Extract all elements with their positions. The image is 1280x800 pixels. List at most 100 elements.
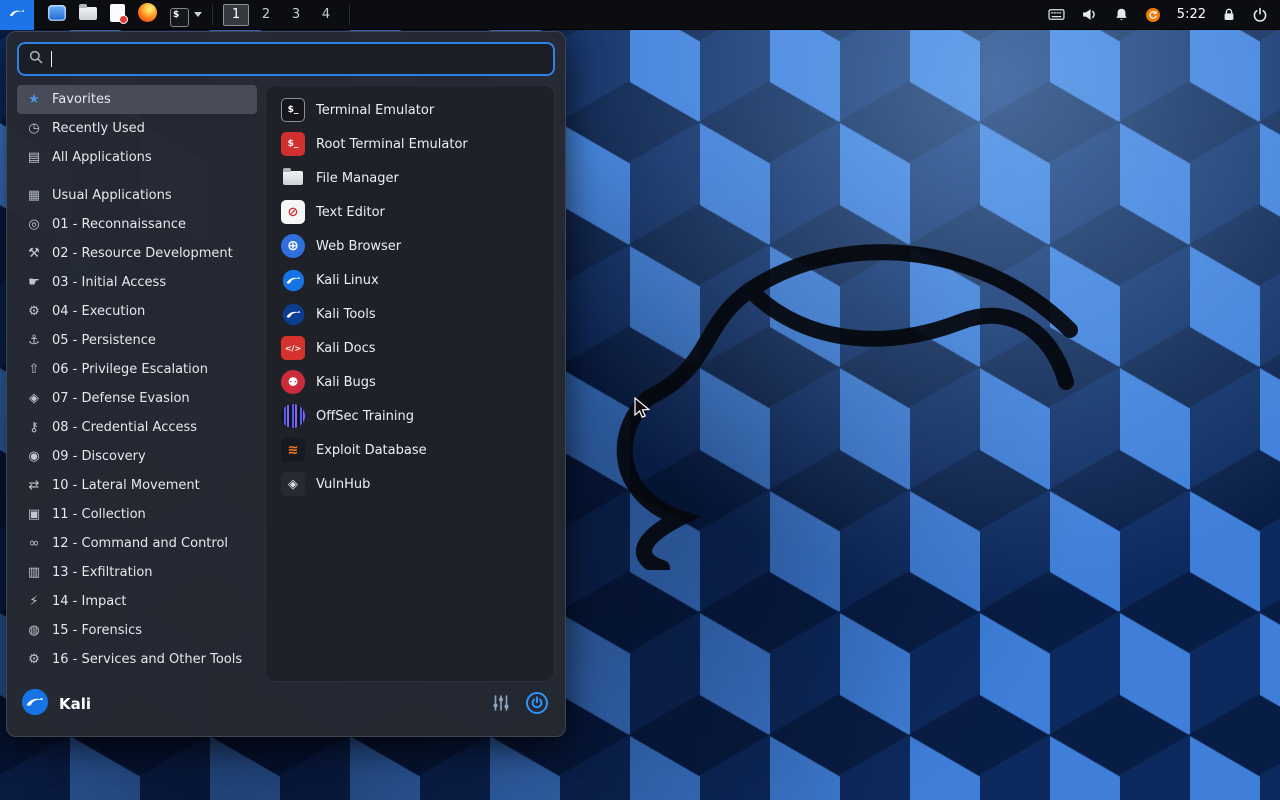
category-item[interactable]: ▦ Usual Applications xyxy=(17,181,257,210)
tray-session-icons xyxy=(1222,7,1268,23)
lock-icon[interactable] xyxy=(1222,7,1236,22)
text-editor-launcher[interactable] xyxy=(110,3,128,26)
defense-evasion-icon: ◈ xyxy=(29,391,39,406)
category-item[interactable]: ⇄ 10 - Lateral Movement xyxy=(17,471,257,500)
impact-icon: ⚡ xyxy=(29,594,39,609)
services-and-other-tools-icon: ⚙ xyxy=(28,652,40,667)
category-item[interactable]: ▥ 13 - Exfiltration xyxy=(17,558,257,587)
app-label: File Manager xyxy=(316,170,399,186)
app-item[interactable]: OffSec Training xyxy=(272,399,548,433)
updates-icon[interactable] xyxy=(1145,7,1161,23)
volume-icon[interactable] xyxy=(1081,7,1098,22)
app-item[interactable]: Kali Linux xyxy=(272,263,548,297)
category-item[interactable]: ◎ 01 - Reconnaissance xyxy=(17,210,257,239)
window-launcher[interactable] xyxy=(48,4,66,25)
category-item[interactable]: ∞ 12 - Command and Control xyxy=(17,529,257,558)
category-item[interactable]: ◈ 07 - Defense Evasion xyxy=(17,384,257,413)
applications-menu: ★ Favorites ◷ Recently Used ▤ All Application… xyxy=(6,31,566,737)
recently-used-icon: ◷ xyxy=(28,121,40,136)
chevron-down-icon[interactable] xyxy=(194,12,202,17)
category-item[interactable]: ⚙ 16 - Services and Other Tools xyxy=(17,645,257,674)
category-label: 02 - Resource Development xyxy=(52,246,233,261)
web-browser-launcher[interactable] xyxy=(138,3,157,26)
category-label: All Applications xyxy=(52,150,152,165)
category-item[interactable]: ◍ 15 - Forensics xyxy=(17,616,257,645)
category-label: 10 - Lateral Movement xyxy=(52,478,200,493)
app-item[interactable]: $_ Terminal Emulator xyxy=(272,93,548,127)
app-item[interactable]: </> Kali Docs xyxy=(272,331,548,365)
category-label: 07 - Defense Evasion xyxy=(52,391,190,406)
text-editor-icon xyxy=(110,3,128,26)
workspace-switcher: 1234 xyxy=(223,3,339,26)
app-item[interactable]: File Manager xyxy=(272,161,548,195)
session-menu-icon[interactable] xyxy=(1252,7,1268,23)
all-applications-icon: ▤ xyxy=(27,150,41,165)
text-editor-icon: ⊘ xyxy=(281,200,305,224)
app-item[interactable]: ⊕ Web Browser xyxy=(272,229,548,263)
tray-status-icons xyxy=(1048,7,1161,23)
category-item[interactable]: ⚓ 05 - Persistence xyxy=(17,326,257,355)
app-item[interactable]: ⊘ Text Editor xyxy=(272,195,548,229)
panel-separator xyxy=(349,4,350,25)
app-item[interactable]: ≋ Exploit Database xyxy=(272,433,548,467)
app-label: Terminal Emulator xyxy=(316,102,435,118)
category-item[interactable]: ⚙ 04 - Execution xyxy=(17,297,257,326)
terminal-launcher[interactable]: $ xyxy=(170,2,202,27)
notifications-icon[interactable] xyxy=(1114,7,1129,22)
logout-button[interactable] xyxy=(523,689,551,720)
keyboard-icon[interactable] xyxy=(1048,7,1065,22)
search-box[interactable] xyxy=(17,42,555,76)
panel-separator xyxy=(212,4,213,25)
file-manager-icon xyxy=(281,166,305,190)
category-label: 12 - Command and Control xyxy=(52,536,229,551)
applications-menu-button[interactable] xyxy=(0,0,34,30)
workspace-button[interactable]: 4 xyxy=(313,4,339,26)
file-manager-launcher[interactable] xyxy=(79,4,97,24)
category-item[interactable]: ▣ 11 - Collection xyxy=(17,500,257,529)
app-item[interactable]: Kali Tools xyxy=(272,297,548,331)
category-label: 04 - Execution xyxy=(52,304,146,319)
category-label: 03 - Initial Access xyxy=(52,275,167,290)
lateral-movement-icon: ⇄ xyxy=(28,478,40,493)
resource-development-icon: ⚒ xyxy=(28,246,40,261)
forensics-icon: ◍ xyxy=(28,623,40,638)
clock[interactable]: 5:22 xyxy=(1177,7,1206,22)
category-label: 08 - Credential Access xyxy=(52,420,198,435)
app-label: Web Browser xyxy=(316,238,402,254)
app-item[interactable]: $_ Root Terminal Emulator xyxy=(272,127,548,161)
root-terminal-emulator-icon: $_ xyxy=(281,132,305,156)
kali-menu-icon xyxy=(7,3,27,26)
search-input[interactable] xyxy=(59,50,544,68)
reconnaissance-icon: ◎ xyxy=(28,217,40,232)
workspace-button[interactable]: 2 xyxy=(253,4,279,26)
category-label: 16 - Services and Other Tools xyxy=(52,652,243,667)
category-item[interactable]: ⇧ 06 - Privilege Escalation xyxy=(17,355,257,384)
category-item[interactable]: ⚡ 14 - Impact xyxy=(17,587,257,616)
category-item[interactable]: ★ Favorites xyxy=(17,85,257,114)
workspace-button[interactable]: 3 xyxy=(283,4,309,26)
category-item[interactable]: ◷ Recently Used xyxy=(17,114,257,143)
category-item[interactable]: ◉ 09 - Discovery xyxy=(17,442,257,471)
category-label: 05 - Persistence xyxy=(52,333,156,348)
category-item[interactable]: ☛ 03 - Initial Access xyxy=(17,268,257,297)
category-label: Favorites xyxy=(52,92,111,107)
system-tray: 5:22 xyxy=(1048,7,1268,23)
app-label: Kali Linux xyxy=(316,272,379,288)
category-item[interactable]: ▤ All Applications xyxy=(17,143,257,172)
app-label: Kali Bugs xyxy=(316,374,376,390)
collection-icon: ▣ xyxy=(27,507,41,522)
execution-icon: ⚙ xyxy=(28,304,40,319)
workspace-button[interactable]: 1 xyxy=(223,3,249,26)
app-label: Exploit Database xyxy=(316,442,427,458)
terminal-icon: $ xyxy=(170,2,189,27)
desktop: $ 1234 5:22 ★ Favorites ◷ Recently Used ▤ All… xyxy=(0,0,1280,800)
menu-settings-button[interactable] xyxy=(489,692,513,717)
app-item[interactable]: ◈ VulnHub xyxy=(272,467,548,501)
category-label: 14 - Impact xyxy=(52,594,127,609)
app-item[interactable]: ⚉ Kali Bugs xyxy=(272,365,548,399)
category-label: 13 - Exfiltration xyxy=(52,565,153,580)
category-item[interactable]: ⚒ 02 - Resource Development xyxy=(17,239,257,268)
privilege-escalation-icon: ⇧ xyxy=(28,362,40,377)
category-item[interactable]: ⚷ 08 - Credential Access xyxy=(17,413,257,442)
app-label: Kali Tools xyxy=(316,306,376,322)
